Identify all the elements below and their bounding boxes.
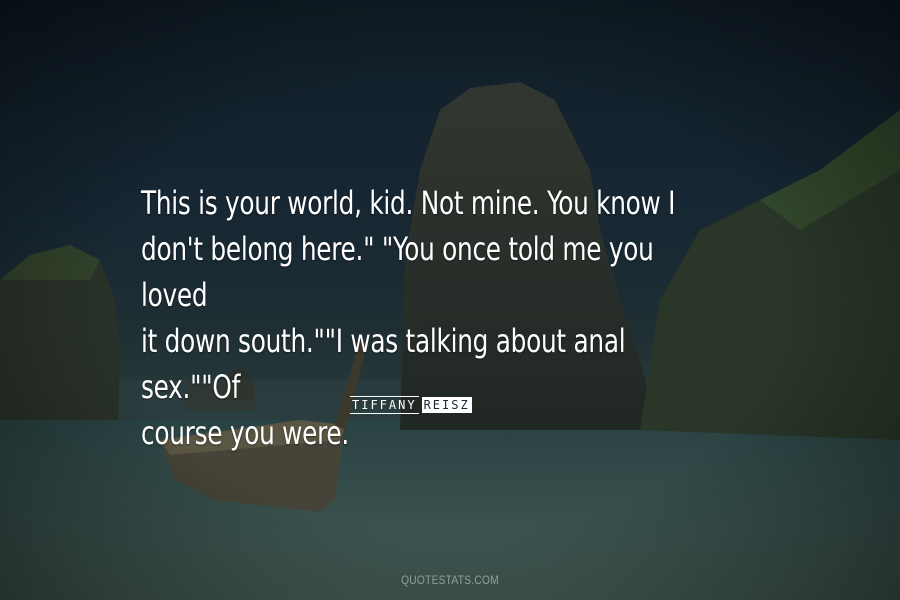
quote-line: This is your world, kid. Not mine. You k… [141,184,676,222]
quote-image: This is your world, kid. Not mine. You k… [0,0,900,600]
author-last-name: REISZ [421,397,472,413]
author-name: TIFFANY REISZ [350,396,472,414]
quote-line: course you were. [141,414,349,452]
site-watermark: QUOTESTATS.COM [401,573,499,587]
quote-line: don't belong here." "You once told me yo… [141,230,654,314]
quote-text: This is your world, kid. Not mine. You k… [141,180,691,456]
author-first-name: TIFFANY [350,396,419,414]
